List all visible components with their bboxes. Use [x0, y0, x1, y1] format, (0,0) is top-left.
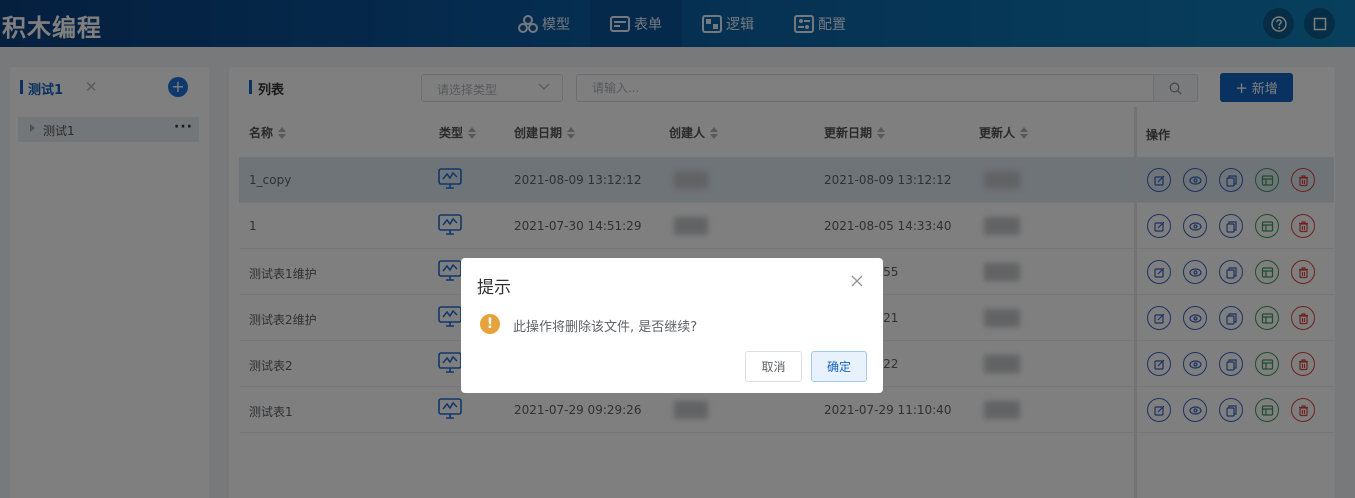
warning-icon: ! — [480, 314, 500, 334]
dialog-message: 此操作将删除该文件, 是否继续? — [513, 320, 698, 335]
confirm-dialog: 提示 ! 此操作将删除该文件, 是否继续? 取消 确定 — [461, 258, 883, 393]
modal-overlay — [0, 0, 1355, 498]
dialog-title: 提示 — [477, 278, 511, 298]
close-icon[interactable] — [851, 275, 863, 287]
confirm-button[interactable]: 确定 — [811, 351, 867, 382]
cancel-button[interactable]: 取消 — [745, 351, 802, 382]
